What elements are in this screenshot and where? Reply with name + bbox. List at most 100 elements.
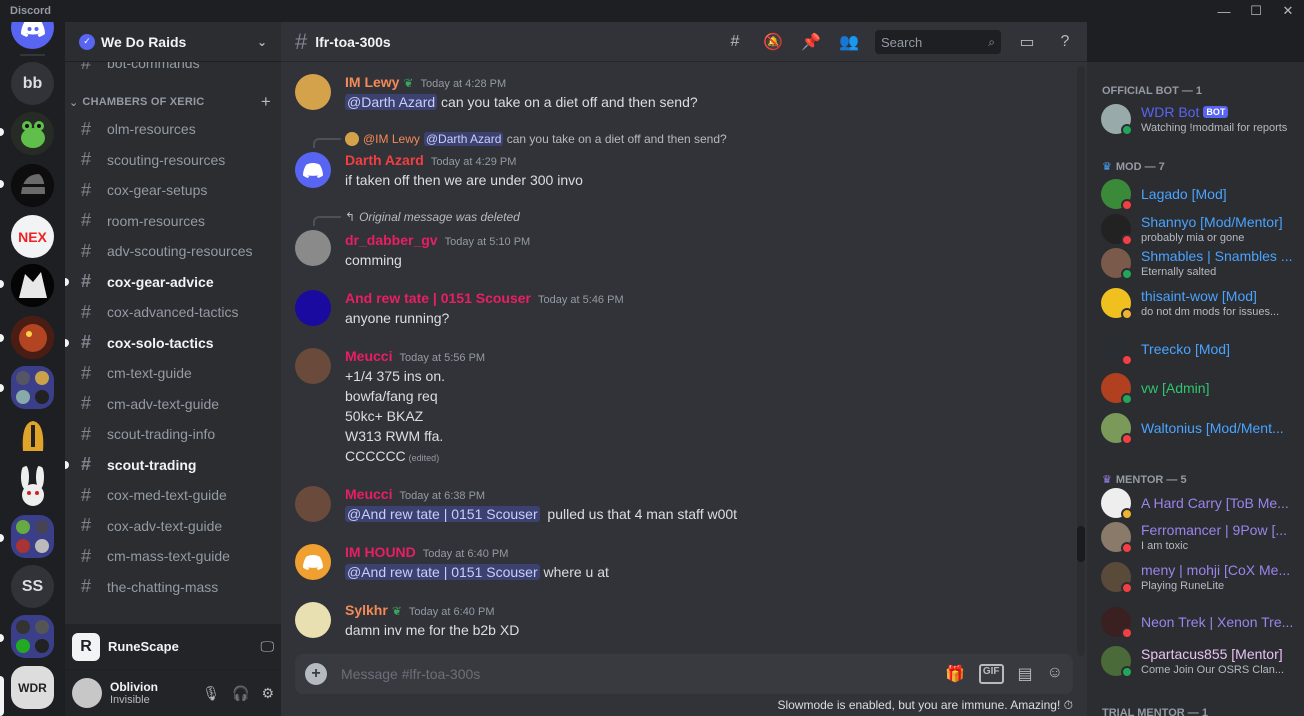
member-name: Ferromancer | 9Pow [... bbox=[1141, 522, 1288, 538]
server-folder-2[interactable] bbox=[11, 515, 54, 558]
server-folder-1[interactable] bbox=[11, 366, 54, 409]
add-attachment-icon[interactable]: + bbox=[305, 663, 327, 685]
mention[interactable]: @And rew tate | 0151 Scouser bbox=[345, 506, 540, 522]
avatar[interactable] bbox=[72, 678, 102, 708]
message-author[interactable]: And rew tate | 0151 Scouser bbox=[345, 290, 531, 306]
channel-scouting-resources[interactable]: # scouting-resources bbox=[73, 145, 273, 175]
headphones-icon[interactable]: 🎧 bbox=[232, 685, 249, 702]
member-row[interactable]: vw [Admin] bbox=[1101, 371, 1296, 407]
microphone-icon[interactable]: 🎙 bbox=[202, 685, 220, 702]
server-helmet[interactable] bbox=[11, 164, 54, 207]
message-author[interactable]: Meucci bbox=[345, 348, 392, 364]
message-author[interactable]: Sylkhr bbox=[345, 602, 388, 618]
server-dragon[interactable] bbox=[11, 316, 54, 359]
mention[interactable]: @Darth Azard bbox=[345, 94, 438, 110]
message-composer[interactable]: + Message #lfr-toa-300s 🎁 GIF ▤ ☺ bbox=[295, 654, 1073, 694]
avatar[interactable] bbox=[295, 544, 331, 580]
channel-cox-gear-setups[interactable]: # cox-gear-setups bbox=[73, 175, 273, 205]
sticker-icon[interactable]: ▤ bbox=[1018, 664, 1033, 684]
channel-olm-resources[interactable]: # olm-resources bbox=[73, 114, 273, 144]
close-icon[interactable]: ✕ bbox=[1272, 0, 1304, 22]
server-frog[interactable] bbox=[11, 112, 54, 155]
reply-preview[interactable]: @IM Lewy @Darth Azard can you take on a d… bbox=[345, 132, 727, 146]
gif-button[interactable]: GIF bbox=[978, 664, 1004, 684]
channel-cox-med-text-guide[interactable]: # cox-med-text-guide bbox=[73, 480, 273, 510]
avatar[interactable] bbox=[295, 602, 331, 638]
avatar[interactable] bbox=[295, 486, 331, 522]
member-row[interactable]: Shmables | Snambles ... Eternally salted bbox=[1101, 246, 1296, 282]
composer-placeholder[interactable]: Message #lfr-toa-300s bbox=[341, 666, 480, 682]
category-header[interactable]: ⌄ CHAMBERS OF XERIC + bbox=[69, 92, 271, 112]
add-channel-icon[interactable]: + bbox=[261, 92, 271, 112]
member-row[interactable]: Ferromancer | 9Pow [... I am toxic bbox=[1101, 520, 1296, 556]
server-folder-3[interactable] bbox=[11, 615, 54, 658]
message-author[interactable]: Meucci bbox=[345, 486, 392, 502]
emoji-icon[interactable]: ☺ bbox=[1047, 664, 1063, 684]
home-button[interactable] bbox=[11, 22, 54, 49]
scrollbar[interactable] bbox=[1077, 66, 1085, 656]
server-bb[interactable]: bb bbox=[11, 62, 54, 105]
avatar[interactable] bbox=[295, 290, 331, 326]
hash-icon: # bbox=[295, 28, 308, 54]
server-wdr[interactable]: WDR bbox=[11, 666, 54, 709]
member-name: WDR Bot BOT bbox=[1141, 104, 1296, 120]
channel-cox-adv-text-guide[interactable]: # cox-adv-text-guide bbox=[73, 511, 273, 541]
search-input[interactable]: Search ⌕ bbox=[875, 30, 1001, 54]
minimize-icon[interactable]: — bbox=[1208, 0, 1240, 22]
avatar[interactable] bbox=[295, 348, 331, 384]
channel-cm-text-guide[interactable]: # cm-text-guide bbox=[73, 358, 273, 388]
member-row[interactable]: Neon Trek | Xenon Tre... bbox=[1101, 605, 1296, 641]
channel-the-chatting-mass[interactable]: # the-chatting-mass bbox=[73, 572, 273, 602]
maximize-icon[interactable]: ☐ bbox=[1240, 0, 1272, 22]
frog-avatar-icon bbox=[11, 112, 54, 155]
channel-cm-mass-text-guide[interactable]: # cm-mass-text-guide bbox=[73, 541, 273, 571]
message-author[interactable]: IM Lewy bbox=[345, 74, 399, 90]
channel-cox-solo-tactics[interactable]: # cox-solo-tactics bbox=[65, 328, 273, 358]
inbox-icon[interactable]: ▭ bbox=[1015, 30, 1039, 54]
server-wolf[interactable] bbox=[11, 264, 54, 307]
member-row[interactable]: Lagado [Mod] bbox=[1101, 177, 1296, 213]
server-rabbit[interactable] bbox=[11, 465, 54, 508]
message-author[interactable]: dr_dabber_gv bbox=[345, 232, 438, 248]
member-row[interactable]: meny | mohji [CoX Me... Playing RuneLite bbox=[1101, 560, 1296, 596]
channel-scout-trading[interactable]: # scout-trading bbox=[65, 450, 273, 480]
threads-icon[interactable]: # bbox=[723, 30, 747, 54]
member-row[interactable]: Treecko [Mod] bbox=[1101, 332, 1296, 368]
gear-icon[interactable]: ⚙ bbox=[261, 685, 274, 702]
help-icon[interactable]: ? bbox=[1053, 30, 1077, 54]
server-ss[interactable]: SS bbox=[11, 565, 54, 608]
member-row[interactable]: Shannyo [Mod/Mentor] probably mia or gone bbox=[1101, 212, 1296, 248]
message-author[interactable]: IM HOUND bbox=[345, 544, 416, 560]
member-row[interactable]: Waltonius [Mod/Ment... bbox=[1101, 411, 1296, 447]
channel-cox-gear-advice[interactable]: # cox-gear-advice bbox=[65, 267, 273, 297]
channel-room-resources[interactable]: # room-resources bbox=[73, 206, 273, 236]
member-list-icon[interactable]: 👥 bbox=[837, 30, 861, 54]
member-row[interactable]: WDR Bot BOT Watching !modmail for reports bbox=[1101, 102, 1296, 138]
message-author[interactable]: Darth Azard bbox=[345, 152, 424, 168]
guild-header[interactable]: ✓ We Do Raids ⌄ bbox=[65, 22, 281, 62]
status-indicator bbox=[1121, 234, 1133, 246]
channel-adv-scouting-resources[interactable]: # adv-scouting-resources bbox=[73, 236, 273, 266]
server-nex[interactable]: NEX bbox=[11, 215, 54, 258]
screen-share-icon[interactable]: 🖵 bbox=[261, 638, 275, 655]
member-row[interactable]: thisaint-wow [Mod] do not dm mods for iss… bbox=[1101, 286, 1296, 322]
avatar[interactable] bbox=[295, 74, 331, 110]
channel-cox-advanced-tactics[interactable]: # cox-advanced-tactics bbox=[73, 297, 273, 327]
member-row[interactable]: A Hard Carry [ToB Me... bbox=[1101, 486, 1296, 522]
chat-area: # lfr-toa-300s # 🔕 📌 👥 Search ⌕ ▭ ? IM L… bbox=[281, 22, 1087, 716]
channel-scout-trading-info[interactable]: # scout-trading-info bbox=[73, 419, 273, 449]
channel-label: scout-trading bbox=[107, 456, 197, 473]
server-knight[interactable] bbox=[11, 415, 54, 458]
gift-icon[interactable]: 🎁 bbox=[945, 664, 965, 684]
avatar[interactable] bbox=[295, 152, 331, 188]
notification-bell-icon[interactable]: 🔕 bbox=[761, 30, 785, 54]
member-row[interactable]: Spartacus855 [Mentor] Come Join Our OSRS … bbox=[1101, 644, 1296, 680]
channel-cm-adv-text-guide[interactable]: # cm-adv-text-guide bbox=[73, 389, 273, 419]
avatar[interactable] bbox=[295, 230, 331, 266]
pin-icon[interactable]: 📌 bbox=[799, 30, 823, 54]
channel-bot-commands[interactable]: # bot-commands bbox=[73, 62, 273, 78]
scrollbar-thumb[interactable] bbox=[1077, 526, 1085, 562]
message-time: Today at 4:29 PM bbox=[430, 156, 517, 168]
mention[interactable]: @And rew tate | 0151 Scouser bbox=[345, 564, 540, 580]
unread-pip bbox=[65, 277, 69, 286]
